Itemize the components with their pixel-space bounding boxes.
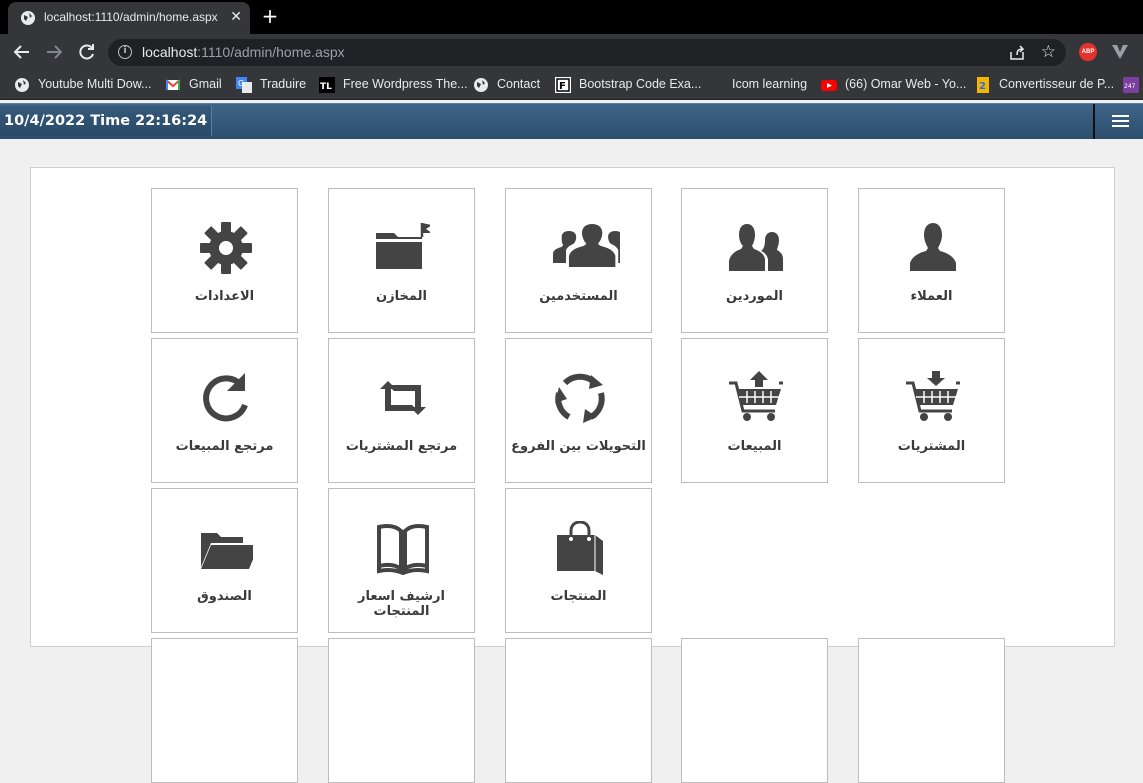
folder-flag-icon <box>376 223 430 269</box>
dashboard-panel: العملاء الموردين المستخدمين المخازن الاع… <box>30 167 1115 783</box>
tile-warehouses[interactable]: المخازن <box>328 188 475 333</box>
tile-label: الموردين <box>726 289 783 304</box>
tile-suppliers[interactable]: الموردين <box>681 188 828 333</box>
adblock-extension-icon[interactable]: ABP <box>1079 43 1097 61</box>
tile-label: المنتجات <box>550 589 607 604</box>
hamburger-line <box>1112 120 1129 122</box>
globe-icon <box>21 11 35 25</box>
back-icon[interactable] <box>11 42 33 62</box>
tile-label: الاعدادات <box>194 289 255 304</box>
browser-tabstrip: localhost:1110/admin/home.aspx ✕ + <box>0 0 1143 34</box>
svg-text:G: G <box>238 79 244 88</box>
tile-partial[interactable] <box>858 638 1005 783</box>
app247-icon[interactable]: 247 <box>1123 77 1139 93</box>
tile-price-archive[interactable]: ارشيف اسعار المنتجات <box>328 488 475 633</box>
tile-label: مرتجع المشتريات <box>345 439 458 454</box>
gear-icon <box>200 222 252 274</box>
bookmark-item[interactable]: Contact <box>497 77 540 93</box>
retweet-icon <box>380 381 426 415</box>
gmail-icon <box>165 79 181 90</box>
forward-icon[interactable] <box>43 42 65 62</box>
tile-label: العملاء <box>910 289 953 304</box>
tile-products[interactable]: المنتجات <box>505 488 652 633</box>
tile-users[interactable]: المستخدمين <box>505 188 652 333</box>
svg-text:247: 247 <box>1124 83 1136 90</box>
top-navbar: 10/4/2022 Time 22:16:24 <box>0 103 1143 139</box>
share-icon[interactable] <box>1008 44 1026 62</box>
reload-icon[interactable] <box>76 42 98 62</box>
hamburger-line <box>1112 125 1129 127</box>
browser-tab[interactable]: localhost:1110/admin/home.aspx ✕ <box>8 2 250 34</box>
translate-icon: G <box>236 77 252 93</box>
bookmarks-bar: Youtube Multi Dow... Gmail G Traduire TL… <box>0 70 1143 100</box>
user-icon <box>910 223 956 271</box>
bookmark-item[interactable]: Convertisseur de P... <box>999 77 1114 93</box>
tile-cashbox[interactable]: الصندوق <box>151 488 298 633</box>
hamburger-line <box>1112 115 1129 117</box>
tile-label: المستخدمين <box>539 289 618 304</box>
globe-icon <box>15 78 29 92</box>
tile-partial[interactable] <box>505 638 652 783</box>
close-icon[interactable]: ✕ <box>230 9 242 25</box>
tile-label: المخازن <box>376 289 427 304</box>
folder-open-icon <box>201 533 253 569</box>
bookmark-item[interactable]: Bootstrap Code Exa... <box>579 77 701 93</box>
datetime-display: 10/4/2022 Time 22:16:24 <box>0 106 213 136</box>
bookmark-item[interactable]: Icom learning <box>732 77 807 93</box>
tile-settings[interactable]: الاعدادات <box>151 188 298 333</box>
address-bar[interactable]: i localhost:1110/admin/home.aspx ☆ <box>108 39 1066 66</box>
tile-sales-returns[interactable]: مرتجع المبيعات <box>151 338 298 483</box>
tile-purchase-returns[interactable]: مرتجع المشتريات <box>328 338 475 483</box>
tile-customers[interactable]: العملاء <box>858 188 1005 333</box>
bookmark-item[interactable]: Free Wordpress The... <box>343 77 468 93</box>
url-text: localhost:1110/admin/home.aspx <box>142 44 345 60</box>
extension-v-icon[interactable] <box>1111 43 1129 61</box>
tile-partial[interactable] <box>681 638 828 783</box>
tile-partial[interactable] <box>151 638 298 783</box>
tile-label: المشتريات <box>897 439 966 454</box>
suppliers-icon <box>729 224 783 271</box>
bookmark-item[interactable]: Gmail <box>189 77 222 93</box>
tile-label: الصندوق <box>197 589 252 604</box>
bookmark-star-icon[interactable]: ☆ <box>1041 42 1056 62</box>
tile-label: مرتجع المبيعات <box>175 439 274 454</box>
convert-icon: 2 <box>977 77 989 93</box>
cart-up-icon <box>729 371 783 421</box>
tile-label: ارشيف اسعار المنتجات <box>358 589 445 619</box>
info-icon[interactable]: i <box>118 45 132 59</box>
tile-label: المبيعات <box>727 439 782 454</box>
youtube-icon <box>821 80 837 91</box>
tile-sales[interactable]: المبيعات <box>681 338 828 483</box>
bootstrap-icon: F <box>555 77 571 93</box>
tile-partial[interactable] <box>328 638 475 783</box>
browser-toolbar: i localhost:1110/admin/home.aspx ☆ ABP <box>0 34 1143 70</box>
svg-text:TL: TL <box>320 82 332 92</box>
svg-text:2: 2 <box>979 81 986 92</box>
refresh-icon <box>555 373 605 423</box>
svg-text:F: F <box>559 81 566 92</box>
shopping-bag-icon <box>557 521 603 575</box>
tab-title: localhost:1110/admin/home.aspx <box>44 10 218 24</box>
web-page: 10/4/2022 Time 22:16:24 العملاء الموردين… <box>0 101 1143 783</box>
tile-label: التحويلات بين الفروع <box>511 439 646 454</box>
tile-branch-transfers[interactable]: التحويلات بين الفروع <box>505 338 652 483</box>
book-icon <box>377 524 429 575</box>
bookmark-item[interactable]: (66) Omar Web - Yo... <box>845 77 966 93</box>
tl-icon: TL <box>319 77 335 93</box>
bookmark-item[interactable]: Youtube Multi Dow... <box>38 77 152 93</box>
tile-purchases[interactable]: المشتريات <box>858 338 1005 483</box>
menu-toggle-button[interactable] <box>1093 104 1143 139</box>
bookmark-item[interactable]: Traduire <box>260 77 306 93</box>
globe-icon <box>474 78 488 92</box>
users-group-icon <box>553 224 620 267</box>
redo-icon <box>203 373 248 422</box>
cart-down-icon <box>906 371 960 421</box>
new-tab-button[interactable]: + <box>260 5 280 27</box>
